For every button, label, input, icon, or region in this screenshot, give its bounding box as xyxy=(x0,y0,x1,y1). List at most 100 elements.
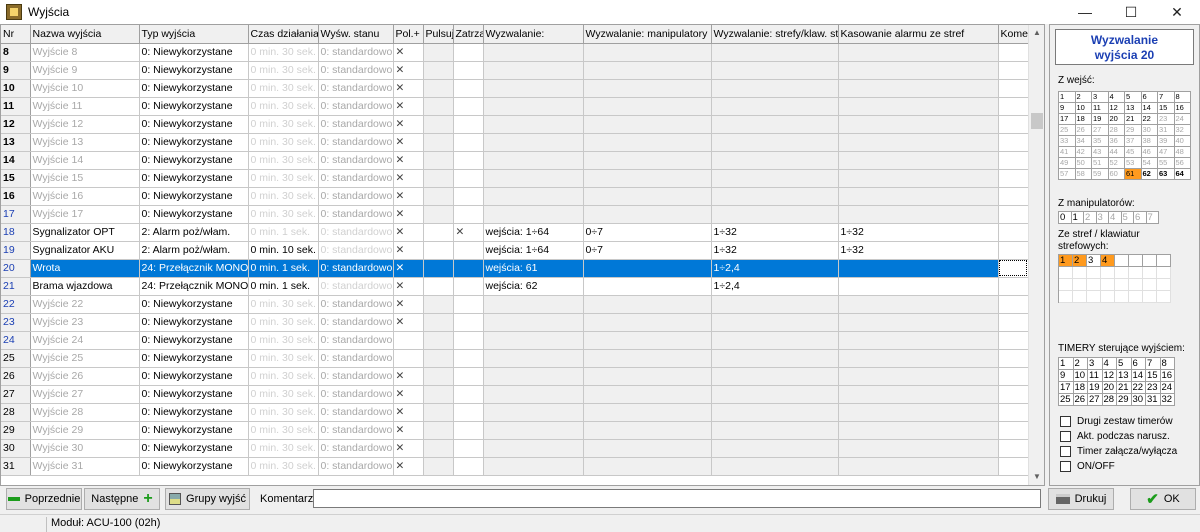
cell-type[interactable]: 0: Niewykorzystane xyxy=(139,151,249,170)
close-button[interactable]: ✕ xyxy=(1154,0,1200,24)
cell-manip[interactable] xyxy=(583,79,712,98)
input-cell[interactable]: 38 xyxy=(1141,136,1158,147)
input-cell[interactable]: 17 xyxy=(1059,114,1076,125)
input-cell[interactable]: 7 xyxy=(1158,92,1175,103)
timer-cell[interactable]: 6 xyxy=(1131,358,1146,370)
cell-type[interactable]: 2: Alarm poż/włam. xyxy=(139,223,249,242)
cell-puls[interactable] xyxy=(423,115,454,134)
zone-cell[interactable] xyxy=(1129,291,1143,303)
cell-name[interactable]: Sygnalizator OPT xyxy=(30,223,140,242)
cell-time[interactable]: 0 min. 30 sek. xyxy=(248,367,319,386)
cell-latch[interactable] xyxy=(453,277,484,296)
timer-cell[interactable]: 28 xyxy=(1102,394,1117,406)
cell-pol[interactable]: ✕ xyxy=(393,241,424,260)
input-cell[interactable]: 58 xyxy=(1075,169,1092,180)
cell-type[interactable]: 0: Niewykorzystane xyxy=(139,439,249,458)
cell-pol[interactable]: ✕ xyxy=(393,277,424,296)
cell-zones[interactable] xyxy=(711,205,839,224)
input-cell[interactable]: 63 xyxy=(1158,169,1175,180)
cell-puls[interactable] xyxy=(423,295,454,314)
table-row[interactable]: 22 Wyjście 22 0: Niewykorzystane 0 min. 30 … xyxy=(1,295,1029,314)
zone-cell[interactable] xyxy=(1087,267,1101,279)
cell-reset[interactable] xyxy=(838,79,999,98)
option-activate-on-violation[interactable]: Akt. podczas narusz. xyxy=(1060,431,1170,442)
cell-display[interactable]: 0: standardowo xyxy=(318,97,394,116)
cell-reset[interactable] xyxy=(838,439,999,458)
cell-puls[interactable] xyxy=(423,421,454,440)
zone-cell[interactable] xyxy=(1129,279,1143,291)
input-cell[interactable]: 3 xyxy=(1092,92,1109,103)
table-row[interactable]: 17 Wyjście 17 0: Niewykorzystane 0 min. 30 … xyxy=(1,205,1029,224)
timer-cell[interactable]: 31 xyxy=(1146,394,1161,406)
zone-cell[interactable] xyxy=(1101,267,1115,279)
timer-cell[interactable]: 2 xyxy=(1073,358,1088,370)
zone-cell[interactable] xyxy=(1143,255,1157,267)
row-number[interactable]: 17 xyxy=(1,205,31,224)
cell-reset[interactable] xyxy=(838,421,999,440)
cell-manip[interactable] xyxy=(583,385,712,404)
print-button[interactable]: Drukuj xyxy=(1048,488,1114,510)
table-row[interactable]: 27 Wyjście 27 0: Niewykorzystane 0 min. 30 … xyxy=(1,385,1029,404)
cell-time[interactable]: 0 min. 30 sek. xyxy=(248,439,319,458)
cell-pol[interactable]: ✕ xyxy=(393,61,424,80)
cell-comment[interactable] xyxy=(998,241,1029,260)
zone-cell[interactable] xyxy=(1143,279,1157,291)
timer-cell[interactable]: 22 xyxy=(1131,382,1146,394)
input-cell[interactable]: 37 xyxy=(1125,136,1142,147)
input-cell[interactable]: 15 xyxy=(1158,103,1175,114)
table-row[interactable]: 28 Wyjście 28 0: Niewykorzystane 0 min. 30 … xyxy=(1,403,1029,422)
cell-comment[interactable] xyxy=(998,403,1029,422)
cell-zones[interactable] xyxy=(711,367,839,386)
column-header[interactable]: Wyśw. stanu xyxy=(318,25,394,44)
cell-display[interactable]: 0: standardowo xyxy=(318,133,394,152)
zone-cell[interactable] xyxy=(1157,279,1171,291)
table-row[interactable]: 10 Wyjście 10 0: Niewykorzystane 0 min. 30 … xyxy=(1,79,1029,98)
row-number[interactable]: 10 xyxy=(1,79,31,98)
cell-manip[interactable] xyxy=(583,331,712,350)
cell-name[interactable]: Wyjście 15 xyxy=(30,169,140,188)
zone-cell[interactable] xyxy=(1115,291,1129,303)
cell-name[interactable]: Wyjście 25 xyxy=(30,349,140,368)
timers-matrix[interactable]: 1 2 3 4 5 6 7 8 9 10 11 12 13 14 15 16 17 18 19 20 21 22 23 24 2… xyxy=(1058,357,1175,406)
option-timer-on-off[interactable]: Timer załącza/wyłącza xyxy=(1060,446,1177,457)
next-button[interactable]: Następne + xyxy=(84,488,160,510)
cell-name[interactable]: Wyjście 26 xyxy=(30,367,140,386)
input-cell[interactable]: 62 xyxy=(1141,169,1158,180)
cell-time[interactable]: 0 min. 30 sek. xyxy=(248,61,319,80)
cell-type[interactable]: 0: Niewykorzystane xyxy=(139,457,249,476)
cell-display[interactable]: 0: standardowo xyxy=(318,61,394,80)
cell-trig[interactable] xyxy=(483,439,584,458)
cell-puls[interactable] xyxy=(423,349,454,368)
cell-manip[interactable] xyxy=(583,457,712,476)
timer-cell[interactable]: 7 xyxy=(1146,358,1161,370)
timer-cell[interactable]: 1 xyxy=(1059,358,1074,370)
cell-manip[interactable] xyxy=(583,295,712,314)
cell-latch[interactable] xyxy=(453,457,484,476)
cell-manip[interactable] xyxy=(583,313,712,332)
row-number[interactable]: 25 xyxy=(1,349,31,368)
input-cell[interactable]: 26 xyxy=(1075,125,1092,136)
cell-pol[interactable]: ✕ xyxy=(393,115,424,134)
row-number[interactable]: 9 xyxy=(1,61,31,80)
cell-display[interactable]: 0: standardowo xyxy=(318,439,394,458)
cell-pol[interactable]: ✕ xyxy=(393,187,424,206)
cell-zones[interactable] xyxy=(711,421,839,440)
cell-name[interactable]: Wyjście 17 xyxy=(30,205,140,224)
manipulator-cell[interactable]: 6 xyxy=(1134,212,1147,224)
cell-manip[interactable] xyxy=(583,349,712,368)
input-cell[interactable]: 16 xyxy=(1174,103,1191,114)
cell-time[interactable]: 0 min. 30 sek. xyxy=(248,349,319,368)
cell-comment[interactable] xyxy=(998,385,1029,404)
input-cell[interactable]: 21 xyxy=(1125,114,1142,125)
timer-cell[interactable]: 5 xyxy=(1117,358,1132,370)
cell-zones[interactable] xyxy=(711,115,839,134)
timer-cell[interactable]: 10 xyxy=(1073,370,1088,382)
cell-display[interactable]: 0: standardowo xyxy=(318,241,394,260)
cell-comment[interactable] xyxy=(998,259,1029,278)
cell-name[interactable]: Wyjście 16 xyxy=(30,187,140,206)
cell-name[interactable]: Sygnalizator AKU xyxy=(30,241,140,260)
cell-latch[interactable] xyxy=(453,331,484,350)
cell-puls[interactable] xyxy=(423,43,454,62)
column-header[interactable]: Wyzwalanie: manipulatory xyxy=(583,25,712,44)
cell-reset[interactable] xyxy=(838,169,999,188)
